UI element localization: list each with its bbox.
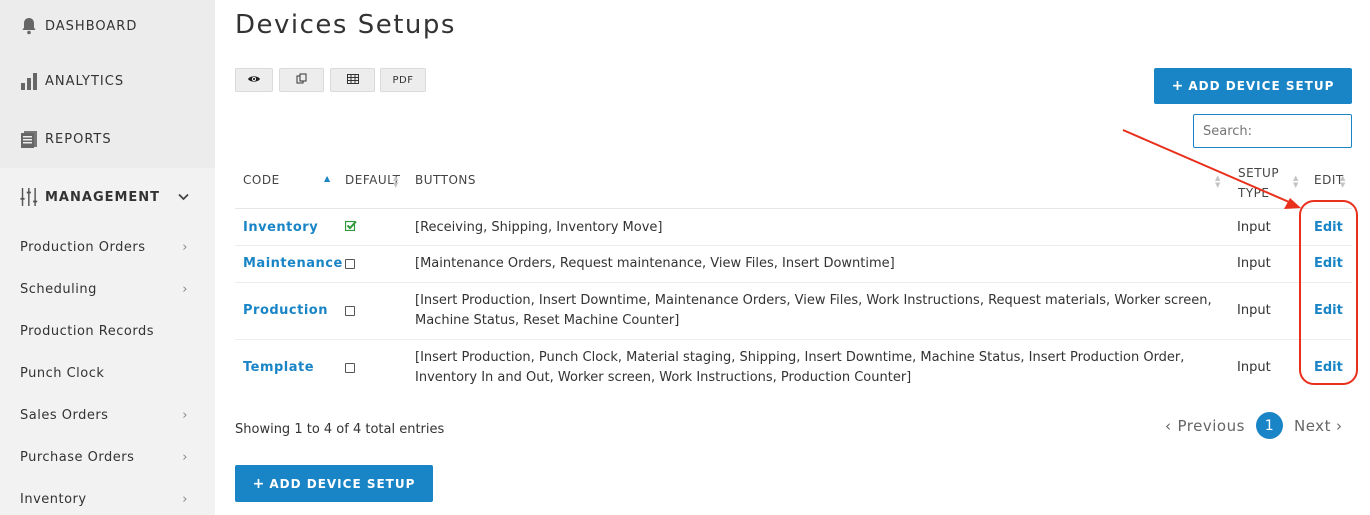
- buttons-cell: [Insert Production, Punch Clock, Materia…: [415, 350, 1185, 385]
- chevron-down-icon[interactable]: [178, 190, 189, 205]
- code-link[interactable]: Inventory: [243, 220, 318, 235]
- copy-icon: [296, 73, 307, 87]
- nav-management[interactable]: MANAGEMENT: [0, 168, 215, 226]
- add-device-setup-button-bottom[interactable]: + ADD DEVICE SETUP: [235, 465, 433, 502]
- chevron-right-icon: ›: [182, 491, 188, 507]
- sidebar-item-scheduling[interactable]: Scheduling ›: [0, 268, 215, 310]
- chevron-right-icon: ›: [1335, 417, 1343, 435]
- nav-management-label: MANAGEMENT: [45, 189, 161, 205]
- sidebar-item-purchase-orders[interactable]: Purchase Orders ›: [0, 436, 215, 478]
- setup-type-line2: TYPE: [1238, 186, 1270, 200]
- next-label: Next: [1294, 417, 1331, 435]
- document-icon: [20, 129, 38, 149]
- bar-chart-icon: [20, 71, 38, 91]
- devices-table: CODE ▲ DEFAULT ▲ ▼ BUTTONS ▲ ▼ SETUP TYPE …: [235, 155, 1352, 397]
- buttons-cell: [Receiving, Shipping, Inventory Move]: [415, 220, 663, 235]
- sidebar-item-label: Production Records: [20, 323, 154, 339]
- add-device-setup-label: ADD DEVICE SETUP: [1188, 79, 1335, 93]
- view-button[interactable]: [235, 68, 273, 92]
- nav-reports-label: REPORTS: [45, 131, 112, 147]
- column-header-buttons[interactable]: BUTTONS: [415, 173, 476, 187]
- management-submenu: Production Orders › Scheduling › Product…: [0, 226, 215, 515]
- chevron-right-icon: ›: [182, 449, 188, 465]
- code-link[interactable]: Maintenance: [243, 256, 343, 271]
- excel-button[interactable]: [330, 68, 375, 92]
- sidebar-item-sales-orders[interactable]: Sales Orders ›: [0, 394, 215, 436]
- copy-button[interactable]: [279, 68, 324, 92]
- nav-reports[interactable]: REPORTS: [0, 110, 215, 168]
- pagination-previous[interactable]: ‹ Previous: [1165, 412, 1245, 440]
- edit-link[interactable]: Edit: [1314, 220, 1343, 235]
- sidebar-item-label: Purchase Orders: [20, 449, 135, 465]
- sidebar-item-label: Inventory: [20, 491, 87, 507]
- table-info: Showing 1 to 4 of 4 total entries: [235, 422, 445, 437]
- sidebar-item-label: Production Orders: [20, 239, 146, 255]
- bell-icon: [20, 16, 38, 36]
- default-checkbox: [345, 258, 355, 273]
- sidebar-item-production-orders[interactable]: Production Orders ›: [0, 226, 215, 268]
- edit-link[interactable]: Edit: [1314, 360, 1343, 375]
- pagination-next[interactable]: Next ›: [1294, 412, 1342, 440]
- sort-asc-icon: ▲: [324, 174, 331, 183]
- sidebar-item-inventory[interactable]: Inventory ›: [0, 478, 215, 515]
- code-link[interactable]: Template: [243, 360, 314, 375]
- plus-icon: +: [252, 475, 266, 492]
- nav-dashboard[interactable]: DASHBOARD: [0, 0, 215, 52]
- setup-type-cell: Input: [1237, 256, 1271, 271]
- column-header-code[interactable]: CODE: [243, 173, 280, 187]
- table-row: Maintenance [Maintenance Orders, Request…: [235, 246, 1352, 283]
- sort-icon: ▲ ▼: [393, 174, 399, 189]
- sidebar-item-label: Scheduling: [20, 281, 97, 297]
- table-header: CODE ▲ DEFAULT ▲ ▼ BUTTONS ▲ ▼ SETUP TYPE …: [235, 155, 1352, 209]
- add-device-setup-label: ADD DEVICE SETUP: [269, 476, 416, 491]
- setup-type-line1: SETUP: [1238, 166, 1280, 180]
- sidebar: DASHBOARD ANALYTICS REPORTS MANAGEMENT P…: [0, 0, 215, 515]
- column-header-setup-type[interactable]: SETUP TYPE: [1238, 163, 1288, 203]
- table-row: Template [Insert Production, Punch Clock…: [235, 340, 1352, 397]
- sort-icon: ▲ ▼: [1293, 174, 1299, 189]
- sort-icon: ▲ ▼: [1215, 174, 1221, 189]
- sidebar-item-label: Sales Orders: [20, 407, 109, 423]
- sidebar-item-punch-clock[interactable]: Punch Clock: [0, 352, 215, 394]
- nav-analytics-label: ANALYTICS: [45, 73, 125, 89]
- code-link[interactable]: Production: [243, 303, 328, 318]
- nav-dashboard-label: DASHBOARD: [45, 18, 138, 34]
- table-row: Production [Insert Production, Insert Do…: [235, 283, 1352, 340]
- buttons-cell: [Maintenance Orders, Request maintenance…: [415, 256, 895, 271]
- setup-type-cell: Input: [1237, 303, 1271, 318]
- default-checkbox: [345, 362, 355, 377]
- nav-analytics[interactable]: ANALYTICS: [0, 52, 215, 110]
- table-row: Inventory [Receiving, Shipping, Inventor…: [235, 209, 1352, 246]
- chevron-left-icon: ‹: [1165, 417, 1172, 435]
- main-content: Devices Setups PDF + ADD DEVICE SETUP CO…: [235, 0, 1370, 515]
- sort-icon: ▲ ▼: [1340, 174, 1346, 189]
- table-icon: [346, 73, 359, 87]
- setup-type-cell: Input: [1237, 360, 1271, 375]
- eye-icon: [247, 74, 261, 87]
- default-checkbox: [345, 305, 355, 320]
- sidebar-item-production-records[interactable]: Production Records: [0, 310, 215, 352]
- sliders-icon: [20, 186, 38, 208]
- pdf-button[interactable]: PDF: [380, 68, 426, 92]
- previous-label: Previous: [1177, 417, 1245, 435]
- plus-icon: +: [1171, 78, 1185, 94]
- buttons-cell: [Insert Production, Insert Downtime, Mai…: [415, 293, 1212, 328]
- pagination-page-current[interactable]: 1: [1256, 412, 1283, 439]
- chevron-right-icon: ›: [182, 239, 188, 255]
- default-checkbox-checked: [344, 220, 357, 235]
- chevron-right-icon: ›: [182, 407, 188, 423]
- edit-link[interactable]: Edit: [1314, 256, 1343, 271]
- page-title: Devices Setups: [235, 10, 456, 40]
- chevron-right-icon: ›: [182, 281, 188, 297]
- add-device-setup-button[interactable]: + ADD DEVICE SETUP: [1154, 68, 1352, 104]
- setup-type-cell: Input: [1237, 220, 1271, 235]
- edit-link[interactable]: Edit: [1314, 303, 1343, 318]
- search-input[interactable]: [1193, 114, 1352, 148]
- sidebar-item-label: Punch Clock: [20, 365, 105, 381]
